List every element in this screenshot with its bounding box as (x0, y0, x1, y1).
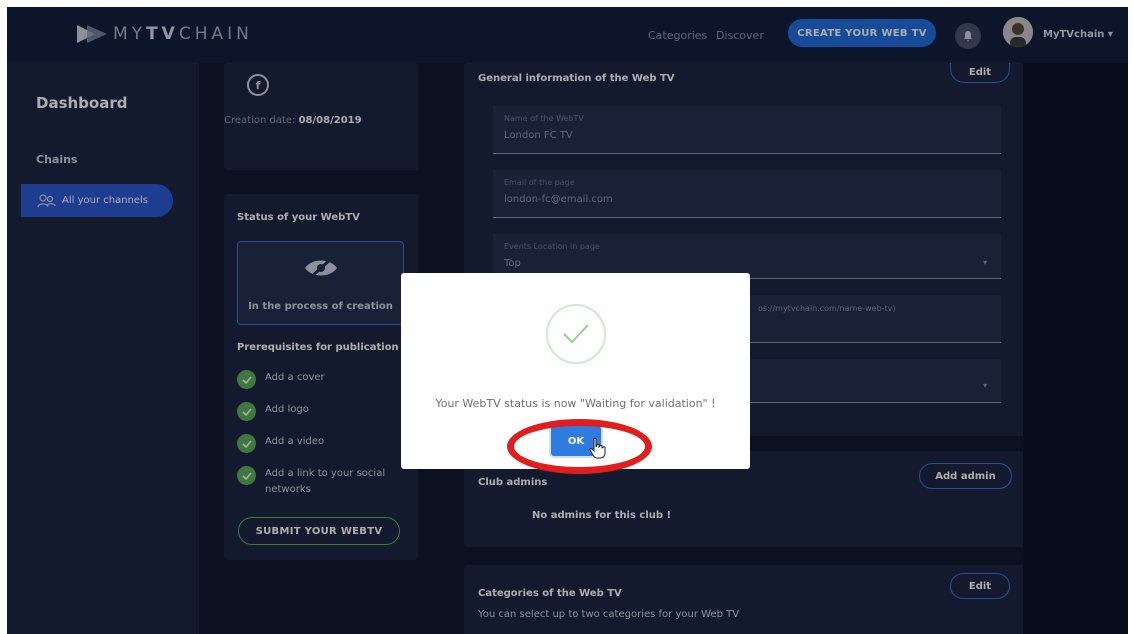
dialog-message: Your WebTV status is now "Waiting for va… (435, 397, 716, 410)
success-check-icon (546, 304, 606, 364)
hand-cursor-icon (589, 437, 606, 459)
app-window: MYTVCHAIN Categories Discover CREATE YOU… (7, 7, 1128, 634)
highlight-ring-annotation (507, 419, 652, 474)
